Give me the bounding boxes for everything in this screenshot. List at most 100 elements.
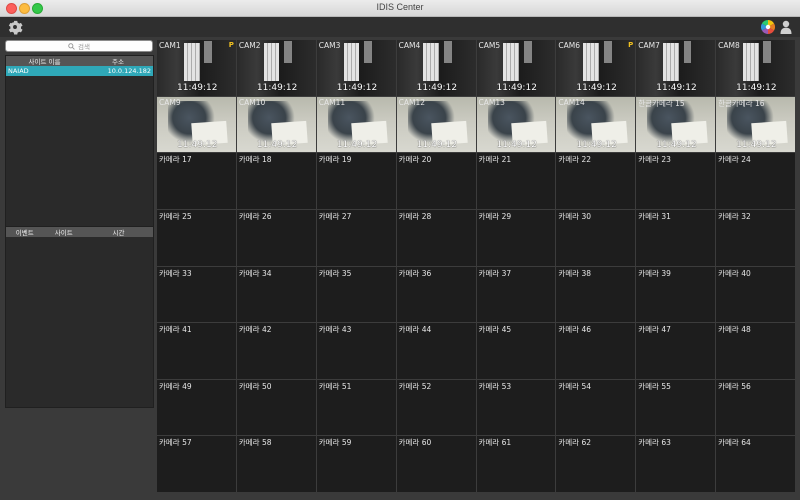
camera-tile[interactable]: 카메라 30 [556, 209, 636, 266]
camera-label: CAM11 [318, 97, 346, 107]
camera-tile[interactable]: 카메라 34 [236, 266, 316, 323]
camera-tile[interactable]: 카메라 61 [476, 436, 556, 492]
camera-tile[interactable]: 카메라 22 [556, 153, 636, 209]
camera-tile[interactable]: CAM1 P 11:49:12 [157, 40, 236, 96]
camera-tile[interactable]: CAM7 11:49:12 [636, 40, 716, 96]
camera-label: 카메라 50 [238, 381, 272, 391]
camera-timestamp: 11:49:12 [736, 83, 777, 93]
camera-label: CAM10 [238, 97, 266, 107]
camera-tile[interactable]: 카메라 20 [396, 153, 476, 209]
camera-label: 카메라 63 [638, 438, 671, 448]
site-row[interactable]: NAIAD 10.0.124.182 [6, 66, 153, 76]
camera-tile[interactable]: 카메라 35 [316, 266, 396, 323]
camera-tile[interactable]: 카메라 57 [157, 436, 236, 492]
camera-tile[interactable]: CAM13 11:49:12 [476, 96, 556, 153]
camera-tile[interactable]: CAM2 11:49:12 [236, 40, 316, 96]
camera-tile[interactable]: 카메라 39 [636, 266, 716, 323]
camera-label: 카메라 44 [398, 325, 432, 335]
camera-tile[interactable]: 카메라 44 [396, 323, 476, 379]
camera-label: 카메라 47 [638, 325, 671, 335]
color-wheel-icon[interactable] [761, 19, 775, 38]
camera-tile[interactable]: CAM5 11:49:12 [476, 40, 556, 96]
camera-tile[interactable]: 카메라 58 [236, 436, 316, 492]
camera-tile[interactable]: CAM4 11:49:12 [396, 40, 476, 96]
camera-tile[interactable]: 카메라 43 [316, 323, 396, 379]
camera-label: CAM13 [478, 97, 505, 107]
search-icon [68, 42, 75, 50]
camera-tile[interactable]: 카메라 19 [316, 153, 396, 209]
camera-tile[interactable]: 카메라 27 [316, 209, 396, 266]
camera-timestamp: 11:49:12 [416, 83, 458, 93]
camera-label: 카메라 27 [318, 211, 352, 221]
ptz-indicator: P [628, 41, 634, 49]
camera-timestamp: 11:49:12 [256, 83, 298, 93]
camera-tile[interactable]: 카메라 49 [157, 379, 236, 436]
camera-label: 카메라 34 [238, 268, 272, 278]
camera-tile[interactable]: CAM12 11:49:12 [396, 96, 476, 153]
column-header-site-name[interactable]: 사이트 이름 [6, 56, 83, 66]
camera-grid: CAM1 P 11:49:12 CAM2 11:49:12 CAM3 11:49:12 CAM… [157, 40, 795, 492]
camera-tile[interactable]: 카메라 42 [236, 323, 316, 379]
camera-tile[interactable]: 카메라 32 [716, 209, 795, 266]
camera-tile[interactable]: 카메라 47 [636, 323, 716, 379]
camera-tile[interactable]: 카메라 31 [636, 209, 716, 266]
camera-tile[interactable]: CAM6 P 11:49:12 [556, 40, 636, 96]
column-header-site[interactable]: 사이트 [43, 227, 83, 237]
camera-label: 카메라 23 [638, 155, 671, 165]
camera-tile[interactable]: 카메라 33 [157, 266, 236, 323]
camera-timestamp: 11:49:12 [177, 139, 218, 150]
camera-tile[interactable]: 카메라 28 [396, 209, 476, 266]
camera-tile[interactable]: 카메라 24 [716, 153, 795, 209]
camera-tile[interactable]: CAM8 11:49:12 [716, 40, 795, 96]
camera-tile[interactable]: 카메라 54 [556, 379, 636, 436]
camera-tile[interactable]: CAM9 11:49:12 [157, 96, 236, 153]
camera-tile[interactable]: 한글카메라 16 11:49:12 [716, 96, 795, 153]
camera-label: 카메라 41 [159, 325, 192, 335]
camera-tile[interactable]: 카메라 63 [636, 436, 716, 492]
column-header-time[interactable]: 시간 [84, 227, 153, 237]
camera-label: 카메라 58 [238, 438, 272, 448]
camera-tile[interactable]: 카메라 18 [236, 153, 316, 209]
camera-tile[interactable]: 카메라 51 [316, 379, 396, 436]
camera-tile[interactable]: CAM11 11:49:12 [316, 96, 396, 153]
camera-tile[interactable]: 카메라 55 [636, 379, 716, 436]
camera-tile[interactable]: 카메라 40 [716, 266, 795, 323]
camera-tile[interactable]: 카메라 48 [716, 323, 795, 379]
camera-tile[interactable]: 카메라 59 [316, 436, 396, 492]
camera-tile[interactable]: 카메라 64 [716, 436, 795, 492]
camera-tile[interactable]: 카메라 45 [476, 323, 556, 379]
camera-tile[interactable]: 카메라 26 [236, 209, 316, 266]
camera-label: CAM6 [558, 41, 580, 50]
camera-tile[interactable]: CAM3 11:49:12 [316, 40, 396, 96]
camera-label: 카메라 40 [718, 268, 751, 278]
search-placeholder: 검색 [78, 43, 90, 51]
camera-tile[interactable]: 카메라 23 [636, 153, 716, 209]
camera-tile[interactable]: 카메라 60 [396, 436, 476, 492]
camera-tile[interactable]: 카메라 41 [157, 323, 236, 379]
camera-tile[interactable]: 카메라 52 [396, 379, 476, 436]
camera-tile[interactable]: CAM10 11:49:12 [236, 96, 316, 153]
camera-tile[interactable]: 카메라 38 [556, 266, 636, 323]
camera-label: CAM3 [318, 41, 341, 50]
camera-tile[interactable]: 한글카메라 15 11:49:12 [636, 96, 716, 153]
camera-tile[interactable]: 카메라 21 [476, 153, 556, 209]
camera-label: 카메라 54 [558, 381, 592, 391]
camera-timestamp: 11:49:12 [656, 83, 697, 93]
camera-tile[interactable]: 카메라 53 [476, 379, 556, 436]
camera-tile[interactable]: 카메라 37 [476, 266, 556, 323]
column-header-address[interactable]: 주소 [83, 56, 153, 66]
camera-label: CAM8 [718, 41, 740, 50]
camera-tile[interactable]: 카메라 50 [236, 379, 316, 436]
camera-tile[interactable]: CAM14 11:49:12 [556, 96, 636, 153]
camera-tile[interactable]: 카메라 46 [556, 323, 636, 379]
camera-tile[interactable]: 카메라 56 [716, 379, 795, 436]
camera-tile[interactable]: 카메라 62 [556, 436, 636, 492]
camera-tile[interactable]: 카메라 17 [157, 153, 236, 209]
camera-tile[interactable]: 카메라 36 [396, 266, 476, 323]
camera-tile[interactable]: 카메라 25 [157, 209, 236, 266]
camera-tile[interactable]: 카메라 29 [476, 209, 556, 266]
column-header-event[interactable]: 이벤트 [6, 227, 43, 237]
camera-timestamp: 11:49:12 [576, 139, 617, 150]
search-field[interactable]: 검색 [5, 40, 153, 52]
user-icon[interactable] [780, 19, 792, 38]
